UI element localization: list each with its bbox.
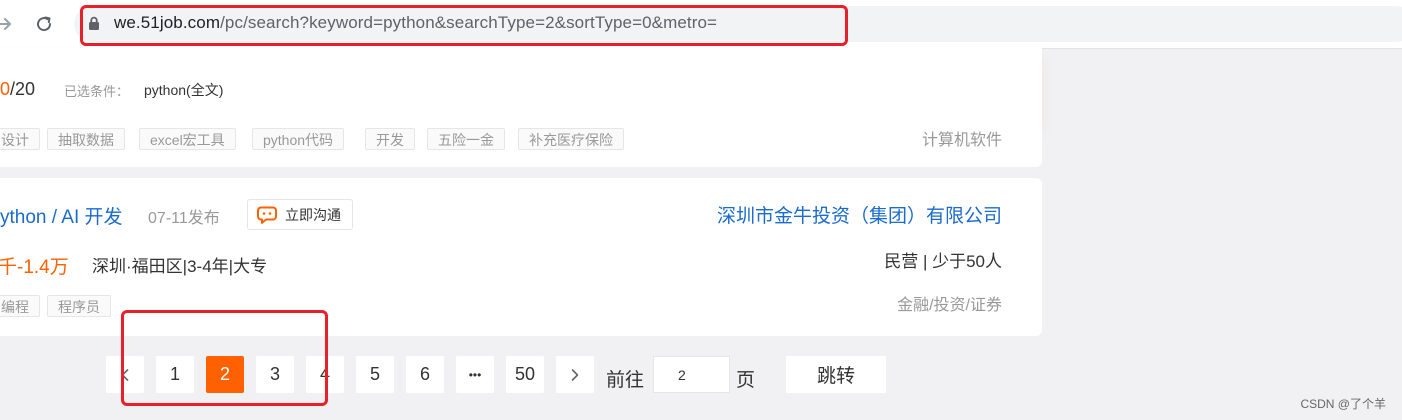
page-counter: 0/20 <box>0 79 35 100</box>
job-location-requirements: 深圳·福田区|3-4年|大专 <box>92 257 268 276</box>
job-salary: 千-1.4万 <box>0 257 69 278</box>
company-industry: 金融/投资/证券 <box>897 297 1002 314</box>
browser-toolbar: we.51job.com/pc/search?keyword=python&se… <box>0 0 1402 49</box>
pagination-highlight-box <box>121 310 328 406</box>
selected-condition-python[interactable]: python(全文) <box>144 80 223 100</box>
url-highlight-box <box>80 5 848 46</box>
page-number-button[interactable]: 50 <box>506 356 544 393</box>
company-name-link[interactable]: 深圳市金牛投资（集团）有限公司 <box>717 201 1002 228</box>
company-industry: 计算机软件 <box>921 132 1002 149</box>
company-type-size: 民营 | 少于50人 <box>884 252 1002 271</box>
csdn-watermark: CSDN @了个羊 <box>1300 397 1386 411</box>
job-tag: 编程 <box>0 295 40 317</box>
page-counter-total: /20 <box>10 79 36 99</box>
goto-prefix-label: 前往 <box>606 370 645 391</box>
job-tag: 设计 <box>0 128 40 150</box>
job-tag: 抽取数据 <box>47 128 125 150</box>
page-number-button[interactable]: 5 <box>356 356 394 393</box>
job-tag: 开发 <box>365 128 415 150</box>
reload-icon[interactable] <box>32 12 56 36</box>
job-tag: python代码 <box>252 128 345 150</box>
chat-bubble-icon <box>257 206 277 224</box>
job-post-date: 07-11发布 <box>148 210 220 227</box>
job-tag: 补充医疗保险 <box>518 128 624 150</box>
job-tag: excel宏工具 <box>139 128 236 150</box>
job-title-link[interactable]: ython / AI 开发 <box>0 202 123 229</box>
next-page-button[interactable] <box>556 356 594 393</box>
jump-button[interactable]: 跳转 <box>786 356 886 393</box>
job-tag: 五险一金 <box>427 128 505 150</box>
job-tag: 程序员 <box>47 295 111 317</box>
page-ellipsis-button[interactable]: ••• <box>456 356 494 393</box>
goto-page-input[interactable] <box>653 356 730 393</box>
goto-suffix-label: 页 <box>736 370 756 391</box>
chat-now-label: 立即沟通 <box>285 206 341 223</box>
page-number-button[interactable]: 6 <box>406 356 444 393</box>
page-counter-current: 0 <box>0 79 11 99</box>
chat-now-button[interactable]: 立即沟通 <box>247 199 353 230</box>
selected-conditions-label: 已选条件： <box>64 84 130 99</box>
chevron-right-icon <box>571 368 579 381</box>
forward-arrow-icon[interactable] <box>0 12 16 36</box>
